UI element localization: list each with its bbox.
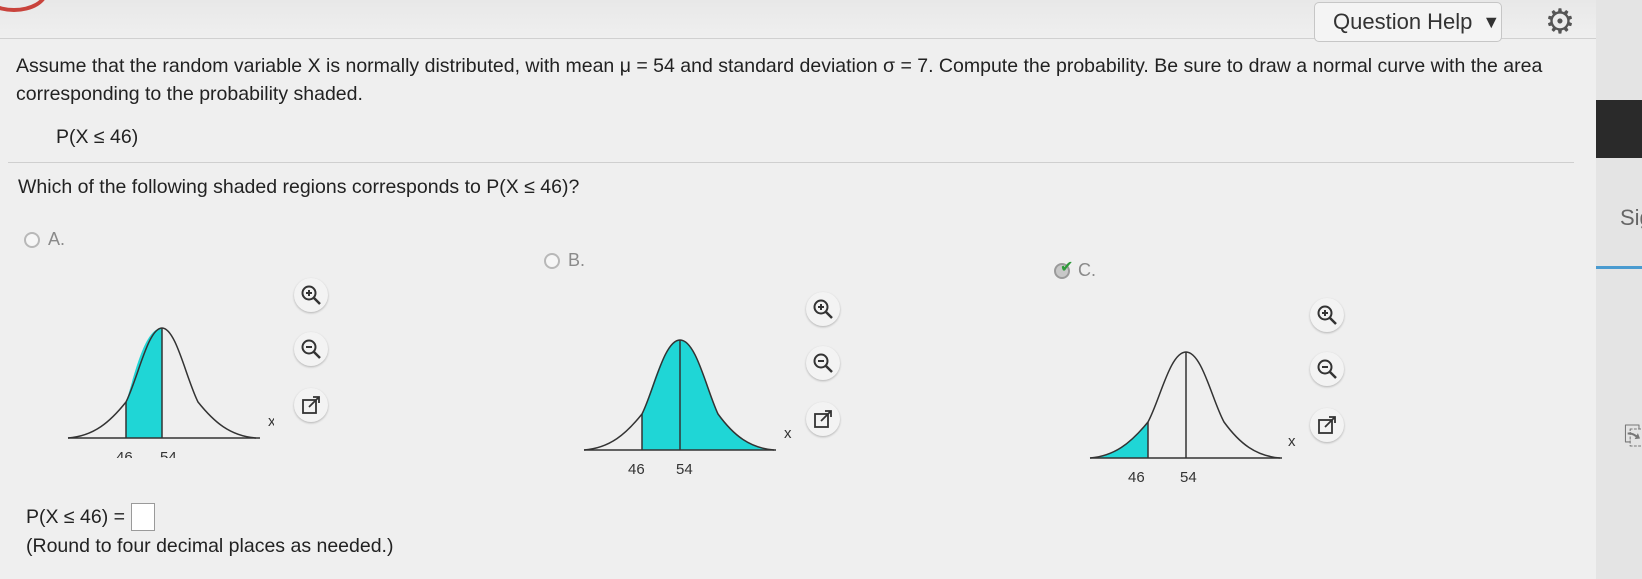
option-a-radio[interactable]: A. <box>24 229 65 250</box>
zoom-out-icon <box>301 339 321 359</box>
radio-button[interactable] <box>544 252 560 269</box>
rounding-note: (Round to four decimal places as needed.… <box>26 535 394 557</box>
open-external-button[interactable] <box>1310 408 1344 442</box>
zoom-in-button[interactable] <box>806 292 840 326</box>
zoom-out-icon <box>1317 359 1337 379</box>
document-icon[interactable]: ⎘ <box>1624 420 1642 452</box>
zoom-in-button[interactable] <box>1310 298 1344 332</box>
curve-line <box>1089 351 1281 459</box>
zoom-in-button[interactable] <box>294 278 328 312</box>
chevron-down-icon: ▼ <box>1482 11 1501 32</box>
right-sidebar <box>1596 0 1642 579</box>
tick-label: 46 <box>116 449 133 458</box>
radio-button[interactable] <box>24 231 40 248</box>
zoom-in-icon <box>1317 305 1337 325</box>
shaded-region <box>1090 422 1148 458</box>
open-external-button[interactable] <box>294 388 328 422</box>
question-help-button[interactable]: Question Help ▼ <box>1314 2 1502 42</box>
normal-curve-c: 46 54 x <box>1089 351 1296 486</box>
zoom-in-icon <box>813 299 833 319</box>
zoom-out-icon <box>813 353 833 373</box>
zoom-out-button[interactable] <box>1310 352 1344 386</box>
axis-label: x <box>1288 433 1296 450</box>
question-help-label: Question Help <box>1333 9 1473 34</box>
question-panel: Question Help ▼ ⚙ Assume that the random… <box>0 0 1596 579</box>
axis-label: x <box>268 413 274 430</box>
checkmark-icon: ✔ <box>1060 258 1074 276</box>
normal-curve-b: 46 54 x <box>583 339 792 478</box>
question-text: Which of the following shaded regions co… <box>18 176 580 198</box>
problem-expression: P(X ≤ 46) <box>56 126 139 148</box>
option-b-radio[interactable]: B. <box>544 250 585 271</box>
option-label: C. <box>1078 260 1096 280</box>
shaded-region <box>126 328 162 438</box>
tick-label: 54 <box>160 449 177 458</box>
zoom-in-icon <box>301 285 321 305</box>
dark-block <box>1596 100 1642 158</box>
option-c-radio[interactable]: ✔ C. <box>1054 259 1096 281</box>
axis-label: x <box>784 425 792 442</box>
tick-label: 46 <box>628 461 645 478</box>
tick-label: 54 <box>1180 469 1197 486</box>
option-label: B. <box>568 250 586 270</box>
external-link-icon <box>302 396 320 414</box>
answer-prompt: P(X ≤ 46) = <box>26 505 126 528</box>
sidebar-cut-text: Sig <box>1620 205 1642 230</box>
tick-label: 54 <box>676 461 693 478</box>
radio-button-selected[interactable]: ✔ <box>1054 259 1073 279</box>
external-link-icon <box>1318 416 1336 434</box>
normal-curve-a: 46 54 x <box>67 327 274 458</box>
shaded-region <box>642 340 774 450</box>
divider <box>8 162 1574 163</box>
external-link-icon <box>814 410 832 428</box>
answer-input[interactable] <box>131 503 156 531</box>
zoom-out-button[interactable] <box>294 332 328 366</box>
gear-icon[interactable]: ⚙ <box>1540 2 1580 42</box>
accent-line <box>1596 266 1642 269</box>
option-label: A. <box>48 229 66 249</box>
zoom-out-button[interactable] <box>806 346 840 380</box>
answer-row: P(X ≤ 46) = <box>26 503 156 531</box>
problem-statement: Assume that the random variable X is nor… <box>16 55 1543 105</box>
open-external-button[interactable] <box>806 402 840 436</box>
tick-label: 46 <box>1128 469 1145 486</box>
